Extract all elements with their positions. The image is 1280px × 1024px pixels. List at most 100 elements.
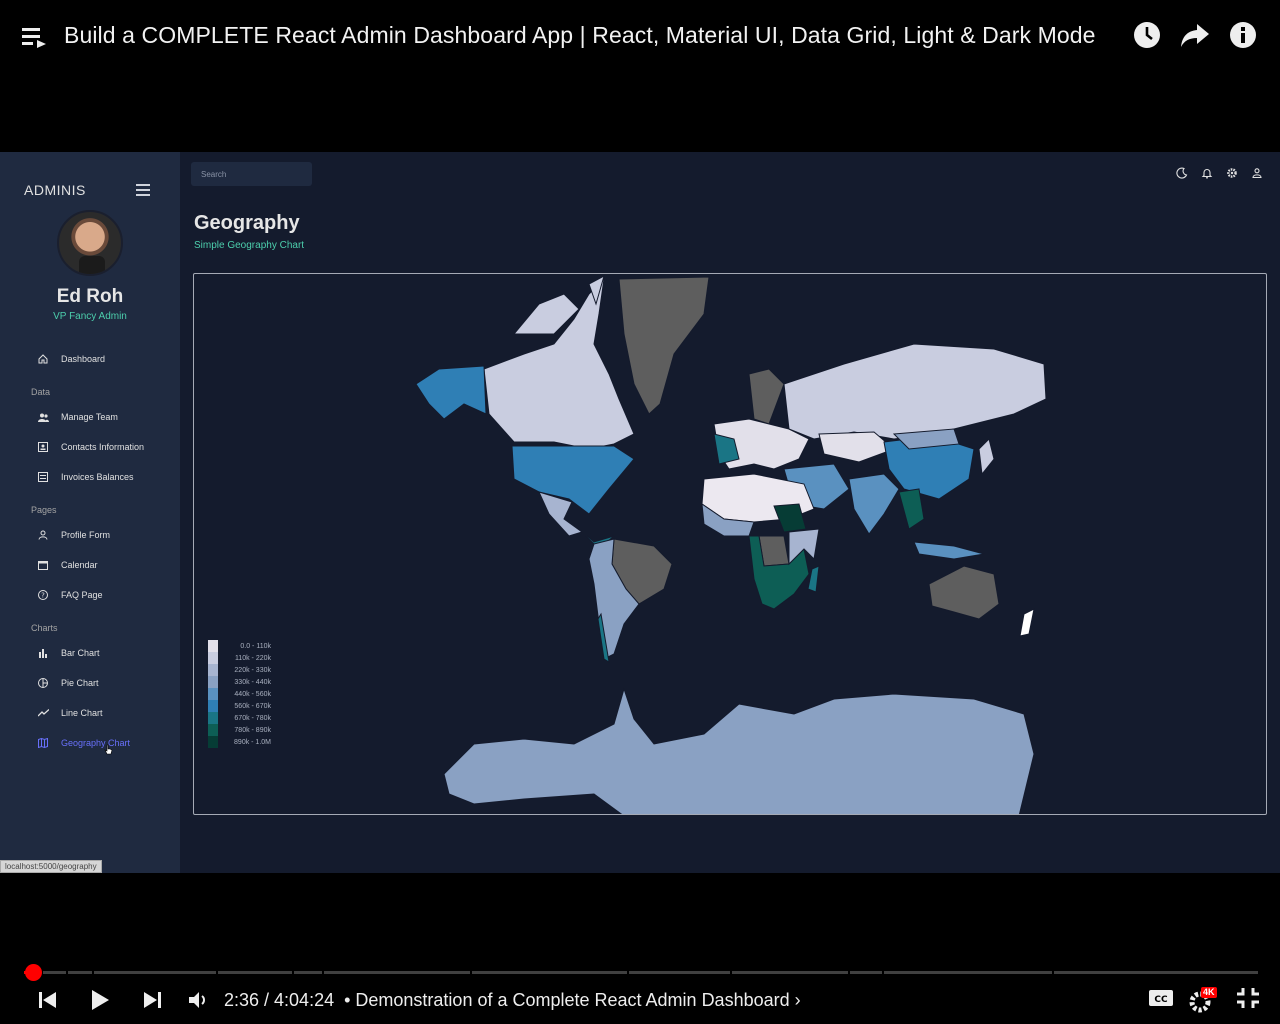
sidebar-item-line-chart[interactable]: Line Chart [0, 698, 180, 728]
player-controls: 2:36 / 4:04:24 • Demonstration of a Comp… [0, 980, 1280, 1020]
nav-section-pages: Pages [31, 505, 57, 515]
legend-item: 0.0 - 110k [208, 640, 271, 652]
sidebar-item-faq[interactable]: ? FAQ Page [0, 580, 180, 610]
country-alaska [415, 365, 487, 420]
sidebar-item-manage-team[interactable]: Manage Team [0, 402, 180, 432]
country-russia [783, 343, 1047, 440]
country-indonesia [913, 541, 985, 560]
country-scandinavia [748, 368, 785, 425]
brand-logo-text: ADMINIS [24, 182, 86, 198]
legend-item: 220k - 330k [208, 664, 271, 676]
country-australia [928, 565, 1000, 620]
svg-text:?: ? [41, 592, 45, 600]
country-greenland [618, 276, 710, 415]
sidebar-item-label: Bar Chart [61, 648, 100, 658]
sidebar-item-label: Manage Team [61, 412, 118, 422]
sidebar-item-contacts[interactable]: Contacts Information [0, 432, 180, 462]
legend-item: 890k - 1.0M [208, 736, 271, 748]
nav-section-charts: Charts [31, 623, 58, 633]
sidebar-item-label: Pie Chart [61, 678, 99, 688]
search-input[interactable] [201, 169, 311, 179]
player-top-bar: Build a COMPLETE React Admin Dashboard A… [0, 0, 1280, 70]
settings-icon[interactable]: 4K [1188, 987, 1222, 1013]
country-antarctica [443, 687, 1035, 814]
admin-app: ADMINIS Ed Roh VP Fancy Admin Dashboard … [0, 152, 1280, 873]
sidebar: ADMINIS Ed Roh VP Fancy Admin Dashboard … [0, 152, 180, 873]
legend-item: 440k - 560k [208, 688, 271, 700]
sidebar-item-label: Contacts Information [61, 442, 145, 452]
sidebar-item-label: Line Chart [61, 708, 103, 718]
user-name: Ed Roh [56, 286, 124, 307]
user-role: VP Fancy Admin [53, 311, 127, 322]
sidebar-item-bar-chart[interactable]: Bar Chart [0, 638, 180, 668]
main-content: Geography Simple Geography Chart [180, 152, 1280, 873]
map-legend: 0.0 - 110k 110k - 220k 220k - 330k 330k … [208, 640, 271, 748]
avatar [57, 210, 123, 276]
contacts-icon [37, 441, 49, 453]
people-icon [37, 411, 49, 423]
video-title[interactable]: Build a COMPLETE React Admin Dashboard A… [64, 22, 1132, 49]
fullscreen-exit-icon[interactable] [1236, 987, 1260, 1014]
country-japan [978, 438, 995, 476]
share-icon[interactable] [1180, 20, 1210, 50]
mouse-cursor-icon [104, 744, 113, 755]
bar-chart-icon [37, 647, 49, 659]
country-new-zealand [1019, 608, 1035, 637]
sidebar-item-label: Profile Form [61, 530, 111, 540]
progress-bar[interactable] [24, 971, 1258, 974]
calendar-icon [37, 559, 49, 571]
page-subtitle: Simple Geography Chart [194, 240, 305, 251]
legend-item: 780k - 890k [208, 724, 271, 736]
country-se-asia [898, 488, 925, 530]
previous-icon[interactable] [22, 980, 74, 1020]
svg-text:CC: CC [1154, 995, 1168, 1005]
person-icon[interactable] [1251, 167, 1263, 179]
help-icon: ? [37, 589, 49, 601]
world-map[interactable] [194, 274, 1267, 815]
legend-item: 110k - 220k [208, 652, 271, 664]
volume-icon[interactable] [178, 980, 218, 1020]
watch-later-icon[interactable] [1132, 20, 1162, 50]
scrubber-handle[interactable] [25, 964, 42, 981]
home-icon [37, 353, 49, 365]
line-chart-icon [37, 707, 49, 719]
menu-toggle-icon[interactable] [136, 184, 150, 196]
sidebar-item-pie-chart[interactable]: Pie Chart [0, 668, 180, 698]
geography-chart[interactable]: 0.0 - 110k 110k - 220k 220k - 330k 330k … [193, 273, 1267, 815]
sidebar-item-label: Calendar [61, 560, 98, 570]
pie-chart-icon [37, 677, 49, 689]
sidebar-item-geography-chart[interactable]: Geography Chart [0, 728, 180, 758]
next-icon[interactable] [126, 980, 178, 1020]
status-bar-url: localhost:5000/geography [0, 860, 102, 873]
nav-section-data: Data [31, 387, 51, 397]
playlist-icon[interactable] [22, 25, 48, 51]
legend-item: 670k - 780k [208, 712, 271, 724]
settings-icon[interactable] [1226, 167, 1238, 179]
dark-mode-icon[interactable] [1176, 167, 1188, 179]
sidebar-item-invoices[interactable]: Invoices Balances [0, 462, 180, 492]
notifications-icon[interactable] [1201, 167, 1213, 179]
legend-item: 330k - 440k [208, 676, 271, 688]
topbar-icons [1176, 167, 1263, 179]
country-usa [511, 445, 635, 515]
sidebar-item-label: Geography Chart [61, 738, 131, 748]
receipt-icon [37, 471, 49, 483]
sidebar-nav: Dashboard Data Manage Team Contacts Info… [0, 344, 180, 758]
video-player: Build a COMPLETE React Admin Dashboard A… [0, 0, 1280, 1024]
legend-item: 560k - 670k [208, 700, 271, 712]
info-icon[interactable] [1228, 20, 1258, 50]
search-box[interactable] [191, 162, 312, 186]
sidebar-item-calendar[interactable]: Calendar [0, 550, 180, 580]
captions-icon[interactable]: CC [1148, 988, 1174, 1013]
country-india [848, 473, 900, 535]
sidebar-item-label: Dashboard [61, 354, 106, 364]
quality-badge: 4K [1201, 987, 1217, 998]
person-icon [37, 529, 49, 541]
sidebar-item-label: FAQ Page [61, 590, 103, 600]
sidebar-item-dashboard[interactable]: Dashboard [0, 344, 180, 374]
play-icon[interactable] [74, 980, 126, 1020]
time-display: 2:36 / 4:04:24 [224, 989, 335, 1010]
chapter-title[interactable]: • Demonstration of a Complete React Admi… [344, 990, 801, 1011]
sidebar-item-label: Invoices Balances [61, 472, 134, 482]
sidebar-item-profile[interactable]: Profile Form [0, 520, 180, 550]
